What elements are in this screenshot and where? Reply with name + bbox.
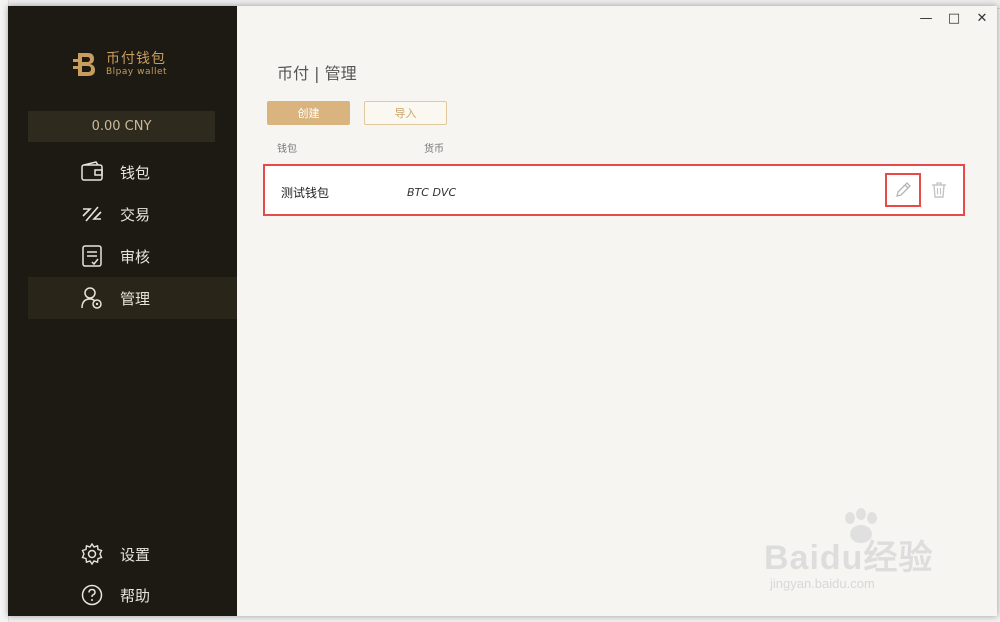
logo-title: 币付钱包 — [106, 50, 166, 67]
window-controls: — □ ✕ — [919, 10, 989, 26]
baidu-watermark: Baidu经验 jingyan.baidu.com — [764, 508, 964, 604]
trade-icon — [80, 202, 104, 226]
balance-display: 0.00 CNY — [28, 111, 215, 142]
gear-icon — [80, 542, 104, 566]
create-button[interactable]: 创建 — [267, 101, 350, 125]
sidebar-item-wallet[interactable]: 钱包 — [28, 151, 237, 193]
wallet-name: 测试钱包 — [281, 186, 330, 200]
sidebar-item-label: 管理 — [120, 289, 151, 308]
wallet-icon — [80, 160, 104, 184]
sidebar-item-review[interactable]: 审核 — [28, 235, 237, 277]
sidebar-item-manage[interactable]: 管理 — [28, 277, 237, 319]
close-button[interactable]: ✕ — [975, 10, 989, 26]
import-button[interactable]: 导入 — [364, 101, 447, 125]
logo-subtitle: Blpay wallet — [106, 66, 168, 77]
page-title: 币付 | 管理 — [277, 64, 357, 83]
review-icon — [80, 244, 104, 268]
sidebar-item-label: 审核 — [120, 247, 151, 266]
trash-icon — [932, 182, 946, 198]
maximize-button[interactable]: □ — [947, 10, 961, 26]
help-icon — [80, 583, 104, 607]
sidebar-item-label: 帮助 — [120, 586, 151, 605]
sidebar-item-label: 钱包 — [120, 163, 151, 182]
sidebar-item-label: 交易 — [120, 205, 151, 224]
sidebar-item-help[interactable]: 帮助 — [28, 574, 237, 616]
minimize-button[interactable]: — — [919, 10, 933, 26]
delete-button[interactable] — [925, 175, 953, 205]
manage-user-icon — [80, 286, 104, 310]
sidebar: 币付钱包 Blpay wallet 0.00 CNY 钱包 交易 审核 管理 设… — [8, 6, 237, 616]
sidebar-item-label: 设置 — [120, 545, 151, 564]
table-row[interactable]: 测试钱包 BTC DVC — [263, 164, 965, 216]
column-header-currency: 货币 — [424, 144, 444, 155]
logo-icon — [73, 53, 95, 76]
watermark-text: Baidu经验 — [764, 539, 934, 577]
logo: 币付钱包 Blpay wallet — [72, 50, 167, 78]
sidebar-item-trade[interactable]: 交易 — [28, 193, 237, 235]
wallet-currency: BTC DVC — [407, 186, 457, 199]
column-header-wallet: 钱包 — [277, 144, 297, 155]
sidebar-item-settings[interactable]: 设置 — [28, 533, 237, 575]
edit-button[interactable] — [885, 173, 921, 207]
watermark-url: jingyan.baidu.com — [770, 576, 875, 591]
pencil-icon — [896, 182, 911, 197]
